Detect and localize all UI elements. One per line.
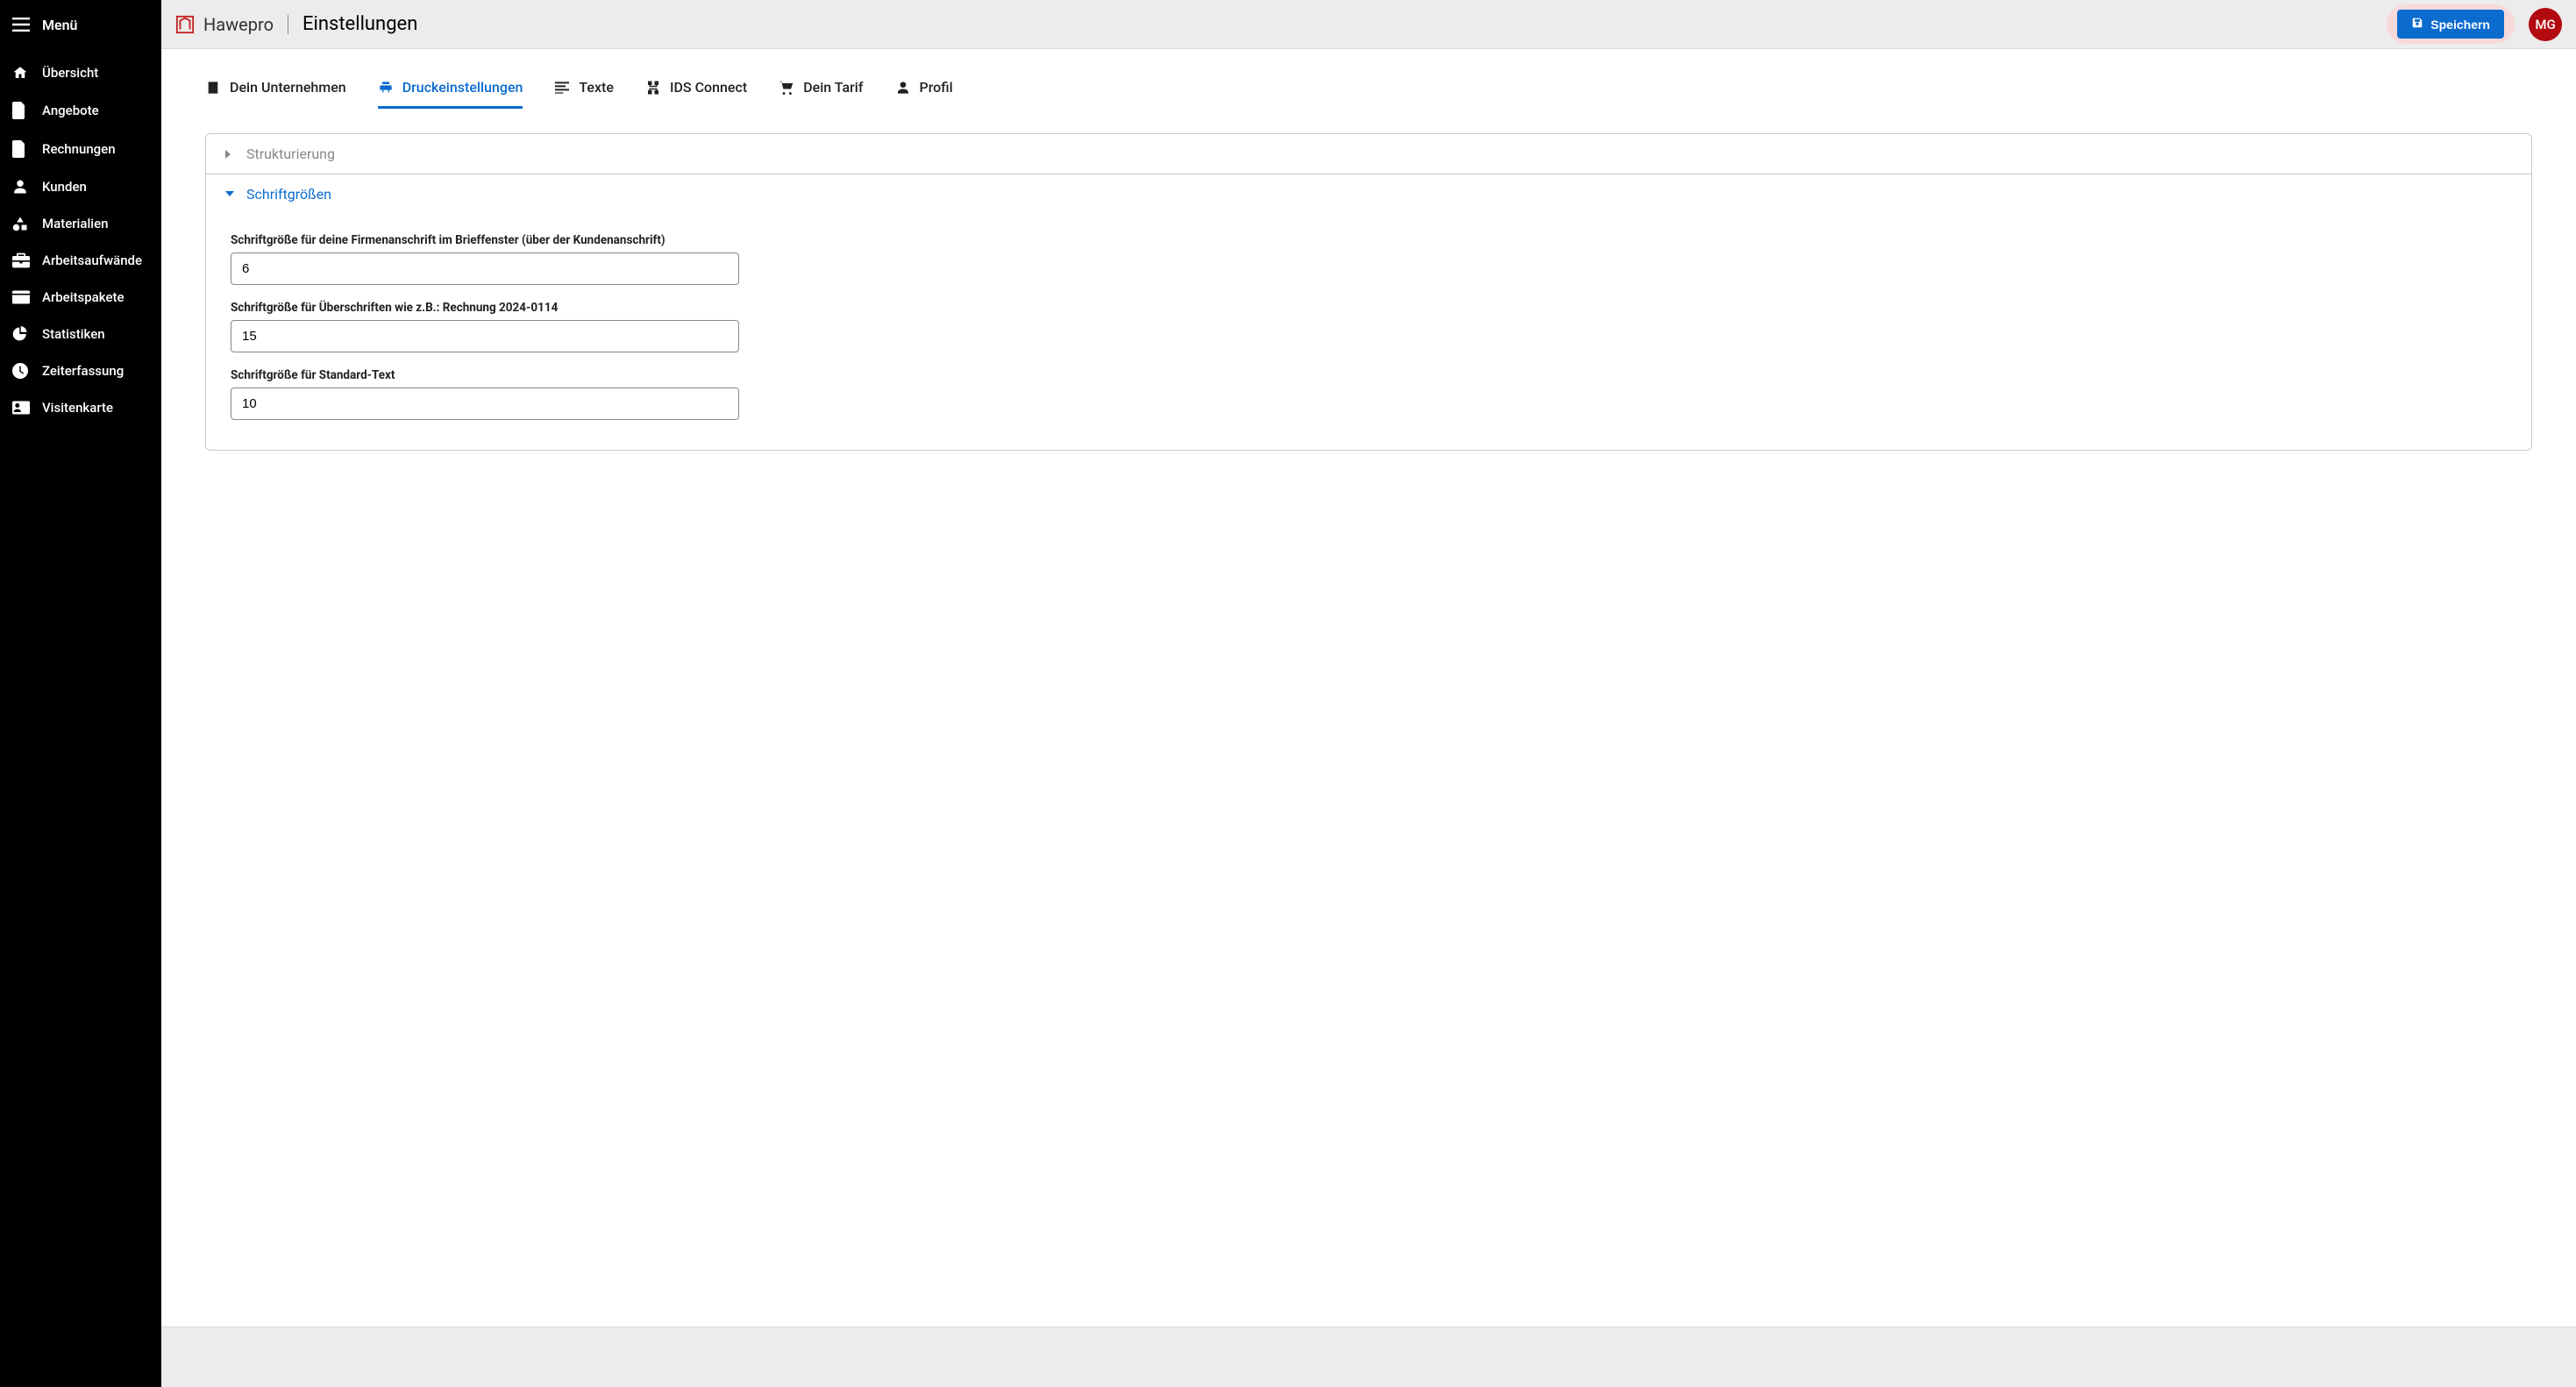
- print-settings-panel: Strukturierung Schriftgrößen Schriftgröß…: [205, 133, 2532, 451]
- field-company-font-size: Schriftgröße für deine Firmenanschrift i…: [231, 233, 2507, 285]
- tab-texts[interactable]: Texte: [554, 70, 614, 109]
- hamburger-icon: [12, 18, 30, 32]
- clock-icon: [12, 363, 30, 379]
- sidebar-item-label: Übersicht: [42, 65, 98, 81]
- sidebar-item-label: Rechnungen: [42, 141, 116, 157]
- tab-label: Texte: [579, 79, 614, 96]
- footer-space: [161, 1327, 2576, 1387]
- settings-tabs: Dein Unternehmen Druckeinstellungen Text…: [205, 70, 2532, 109]
- field-label: Schriftgröße für deine Firmenanschrift i…: [231, 233, 2507, 247]
- sidebar-item-timetracking[interactable]: Zeiterfassung: [0, 352, 161, 389]
- field-label: Schriftgröße für Überschriften wie z.B.:…: [231, 301, 2507, 315]
- accordion-structuring[interactable]: Strukturierung: [206, 134, 2531, 174]
- accordion-font-sizes[interactable]: Schriftgrößen: [206, 174, 2531, 214]
- tab-company[interactable]: Dein Unternehmen: [205, 70, 346, 109]
- sidebar-item-workpackages[interactable]: Arbeitspakete: [0, 279, 161, 316]
- connect-icon: [645, 80, 661, 96]
- field-standard-font-size: Schriftgröße für Standard-Text: [231, 368, 2507, 420]
- tab-label: Dein Tarif: [803, 79, 863, 96]
- accordion-title: Strukturierung: [246, 146, 335, 162]
- sidebar: Menü Übersicht Angebote Rechnungen Kunde…: [0, 0, 161, 1387]
- save-floppy-icon: [2411, 17, 2423, 32]
- print-icon: [378, 80, 394, 96]
- chevron-right-icon: [225, 150, 234, 159]
- save-button-label: Speichern: [2430, 18, 2490, 32]
- save-button[interactable]: Speichern: [2397, 10, 2504, 39]
- invoice-icon: [12, 140, 30, 158]
- sidebar-item-label: Visitenkarte: [42, 400, 113, 416]
- document-icon: [12, 102, 30, 119]
- brand-name: Hawepro: [203, 14, 274, 35]
- text-lines-icon: [554, 80, 570, 96]
- person-icon: [895, 80, 911, 96]
- sidebar-item-invoices[interactable]: Rechnungen: [0, 130, 161, 168]
- standard-font-size-input[interactable]: [231, 388, 739, 420]
- menu-label: Menü: [42, 17, 77, 33]
- sidebar-item-label: Statistiken: [42, 326, 105, 342]
- content: Dein Unternehmen Druckeinstellungen Text…: [161, 49, 2576, 1327]
- accordion-body: Schriftgröße für deine Firmenanschrift i…: [206, 214, 2531, 450]
- field-heading-font-size: Schriftgröße für Überschriften wie z.B.:…: [231, 301, 2507, 352]
- stack-icon: [12, 290, 30, 304]
- sidebar-item-labor[interactable]: Arbeitsaufwände: [0, 242, 161, 279]
- sidebar-item-label: Arbeitsaufwände: [42, 253, 142, 268]
- cart-icon: [779, 80, 794, 96]
- toolbox-icon: [12, 253, 30, 268]
- avatar[interactable]: MG: [2529, 8, 2562, 41]
- topbar: Hawepro Einstellungen Speichern MG: [161, 0, 2576, 49]
- sidebar-item-label: Materialien: [42, 216, 108, 231]
- tab-tariff[interactable]: Dein Tarif: [779, 70, 863, 109]
- sidebar-items: Übersicht Angebote Rechnungen Kunden Mat…: [0, 49, 161, 426]
- tab-label: Dein Unternehmen: [230, 79, 346, 96]
- sidebar-item-businesscard[interactable]: Visitenkarte: [0, 389, 161, 426]
- tab-label: Druckeinstellungen: [402, 79, 523, 96]
- pie-chart-icon: [12, 326, 30, 342]
- shapes-icon: [12, 216, 30, 231]
- sidebar-item-label: Angebote: [42, 103, 99, 118]
- tab-ids-connect[interactable]: IDS Connect: [645, 70, 747, 109]
- save-highlight: Speichern: [2387, 4, 2515, 44]
- company-font-size-input[interactable]: [231, 253, 739, 285]
- sidebar-item-label: Zeiterfassung: [42, 363, 124, 379]
- sidebar-item-overview[interactable]: Übersicht: [0, 54, 161, 91]
- menu-toggle[interactable]: Menü: [0, 0, 161, 49]
- heading-font-size-input[interactable]: [231, 320, 739, 352]
- person-icon: [12, 179, 30, 195]
- sidebar-item-offers[interactable]: Angebote: [0, 91, 161, 130]
- sidebar-item-statistics[interactable]: Statistiken: [0, 316, 161, 352]
- page-title: Einstellungen: [302, 13, 417, 35]
- tab-label: Profil: [920, 79, 953, 96]
- sidebar-item-label: Kunden: [42, 179, 87, 195]
- sidebar-item-label: Arbeitspakete: [42, 289, 125, 305]
- building-icon: [205, 80, 221, 96]
- brand-logo-icon: [175, 15, 195, 34]
- main: Hawepro Einstellungen Speichern MG Dein …: [161, 0, 2576, 1387]
- accordion-title: Schriftgrößen: [246, 186, 331, 203]
- id-card-icon: [12, 401, 30, 415]
- sidebar-item-materials[interactable]: Materialien: [0, 205, 161, 242]
- home-icon: [12, 65, 30, 81]
- sidebar-item-customers[interactable]: Kunden: [0, 168, 161, 205]
- tab-print-settings[interactable]: Druckeinstellungen: [378, 70, 523, 109]
- tab-profile[interactable]: Profil: [895, 70, 953, 109]
- field-label: Schriftgröße für Standard-Text: [231, 368, 2507, 382]
- chevron-down-icon: [225, 191, 234, 200]
- tab-label: IDS Connect: [670, 79, 747, 96]
